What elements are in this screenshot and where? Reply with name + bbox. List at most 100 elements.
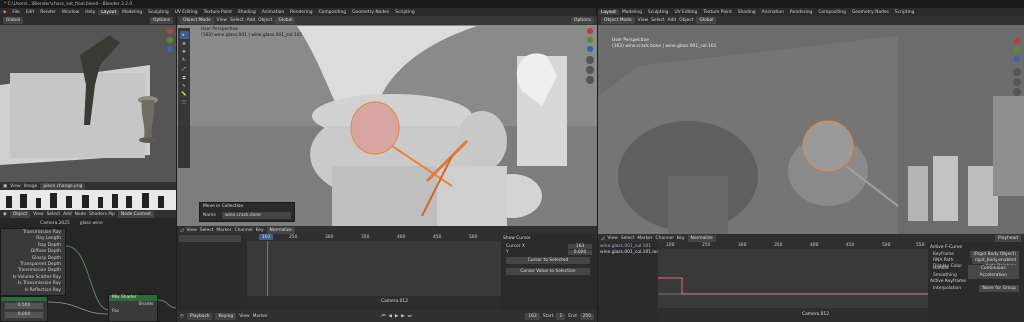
add-cube-tool-icon[interactable]: ▢ [182, 100, 186, 105]
viewport-main-gizmo[interactable] [585, 28, 595, 88]
tab-modeling[interactable]: Modeling [119, 10, 145, 15]
zoom-icon[interactable] [586, 56, 594, 64]
graph-right-channels[interactable]: wine.glass.001_col.101 wine.glass.001_co… [598, 242, 670, 322]
transform-dropdown-right[interactable]: Global [696, 17, 717, 24]
select-tool-icon[interactable]: ▸ [179, 31, 189, 39]
pan-icon[interactable] [1013, 78, 1021, 86]
show-cursor-title[interactable]: Show Cursor [503, 236, 595, 241]
blender-logo-icon[interactable]: ◆ [0, 10, 9, 15]
axis-x-icon[interactable] [587, 28, 593, 34]
options-button[interactable]: Options [150, 17, 173, 24]
transform-orientation-dropdown[interactable]: Global [3, 17, 24, 24]
transform-tool-icon[interactable]: ⧉ [182, 75, 185, 81]
axis-x-icon[interactable] [167, 28, 173, 34]
tab-compositing[interactable]: Compositing [316, 10, 350, 15]
image-menu-image[interactable]: Image [24, 184, 38, 189]
transform-orientation-dropdown[interactable]: Global [275, 17, 296, 24]
viewport-right[interactable]: Object Mode View Select Add Object Globa… [598, 16, 1024, 234]
image-menu-view[interactable]: View [10, 184, 20, 189]
playhead-dropdown[interactable]: Playhead [994, 234, 1021, 242]
vp-menu-object[interactable]: Object [258, 18, 272, 23]
tab-layout[interactable]: Layout [98, 9, 120, 15]
menu-file[interactable]: File [9, 10, 22, 15]
normalize-button-right[interactable]: Normalize [687, 234, 716, 242]
options-button[interactable]: Options [571, 17, 594, 24]
vp-menu-add[interactable]: Add [247, 18, 256, 23]
menu-edit[interactable]: Edit [23, 10, 38, 15]
camera-view-icon[interactable] [1013, 88, 1021, 96]
tab-texture-right[interactable]: Texture Paint [700, 10, 734, 15]
cursor-y-field[interactable]: Y 0.000 [503, 249, 595, 255]
tab-compositing-right[interactable]: Compositing [815, 10, 849, 15]
object-mode-dropdown-right[interactable]: Object Mode [601, 17, 635, 24]
object-mode-dropdown[interactable]: Object Mode [180, 17, 214, 24]
timeline-view-menu[interactable]: View [239, 314, 249, 319]
playback-menu[interactable]: Playback [186, 312, 213, 320]
vp-right-menu-select[interactable]: Select [651, 18, 665, 23]
menu-render[interactable]: Render [37, 10, 59, 15]
tab-shading-right[interactable]: Shading [735, 10, 759, 15]
camera-view-icon[interactable] [586, 76, 594, 84]
timeline-marker-menu[interactable]: Marker [253, 314, 268, 319]
camera-marker[interactable]: Camera.012 [381, 299, 408, 304]
normalize-button[interactable]: Normalize [266, 226, 295, 234]
next-key-icon[interactable]: ▶ [401, 314, 404, 319]
image-name-field[interactable]: piece change.png [40, 182, 86, 190]
vp-right-menu-add[interactable]: Add [668, 18, 677, 23]
vp-menu-select[interactable]: Select [230, 18, 244, 23]
node-menu-shaders[interactable]: Shaders Pip [89, 212, 115, 217]
graph-r-menu-select[interactable]: Select [621, 236, 635, 241]
viewport-right-gizmo[interactable] [1012, 38, 1022, 108]
tab-modeling-right[interactable]: Modeling [619, 10, 645, 15]
end-frame-field[interactable]: 250 [579, 312, 595, 320]
start-frame-field[interactable]: 1 [556, 312, 566, 320]
graph-menu-channel[interactable]: Channel [235, 228, 253, 233]
tab-geonodes-right[interactable]: Geometry Nodes [849, 10, 892, 15]
play-icon[interactable]: ▶ [395, 314, 398, 319]
node-menu-add[interactable]: Add [63, 212, 72, 217]
axis-z-icon[interactable] [1014, 56, 1020, 62]
camera-marker[interactable]: Camera.012 [802, 312, 829, 317]
image-editor-type-icon[interactable]: ▣ [3, 184, 7, 189]
pan-icon[interactable] [586, 66, 594, 74]
tab-animation[interactable]: Animation [259, 10, 287, 15]
prev-key-icon[interactable]: ◀ [388, 314, 391, 319]
axis-z-icon[interactable] [167, 46, 173, 52]
move-collection-panel[interactable]: Move in Collection Name wine.crack.done [199, 202, 295, 222]
graph-menu-view[interactable]: View [186, 228, 196, 233]
move-panel-name-field[interactable]: wine.crack.done [221, 212, 291, 219]
viewport-small[interactable]: Global Options [0, 16, 176, 182]
viewport-small-gizmo[interactable] [166, 28, 174, 88]
handle-smoothing-field[interactable]: Handle Smoothing Continuous Acceleration [930, 265, 1022, 279]
jump-end-icon[interactable]: ⏭ [408, 313, 412, 319]
tab-texture-paint[interactable]: Texture Paint [201, 10, 235, 15]
graph-menu-select[interactable]: Select [200, 228, 214, 233]
annotate-tool-icon[interactable]: ✎ [182, 84, 186, 89]
graph-r-menu-key[interactable]: Key [677, 236, 685, 241]
cursor-to-selected-button[interactable]: Cursor to Selected [506, 257, 590, 264]
tab-rendering-right[interactable]: Rendering [787, 10, 815, 15]
tab-uv-right[interactable]: UV Editing [671, 10, 700, 15]
viewport-main[interactable]: Object Mode View Select Add Object Globa… [177, 16, 597, 226]
cursor-value-button[interactable]: Cursor Value to Selection [506, 268, 590, 275]
node-editor-type-icon[interactable]: ◉ [3, 212, 7, 217]
tab-scripting[interactable]: Scripting [392, 10, 418, 15]
node-menu-node[interactable]: Node [75, 212, 86, 217]
axis-y-icon[interactable] [167, 37, 173, 43]
tab-geometry-nodes[interactable]: Geometry Nodes [349, 10, 392, 15]
axis-x-icon[interactable] [1014, 38, 1020, 44]
channel-search-input[interactable] [179, 235, 241, 242]
vp-right-menu-view[interactable]: View [638, 18, 648, 23]
interpolation-field[interactable]: Interpolation None for Group [930, 284, 1022, 292]
tab-sculpting[interactable]: Sculpting [145, 10, 172, 15]
graph-editor-type-icon[interactable]: ◿ [180, 228, 183, 233]
node-menu-view[interactable]: View [33, 212, 43, 217]
menu-help[interactable]: Help [82, 10, 98, 15]
tab-layout-right[interactable]: Layout [598, 9, 619, 15]
node-object-dropdown[interactable]: Object [9, 210, 31, 218]
channel-item[interactable]: wine.glass.001_col.101.location [600, 250, 670, 256]
axis-y-icon[interactable] [587, 37, 593, 43]
current-frame-field[interactable]: 163 [525, 312, 540, 320]
tab-sculpting-right[interactable]: Sculpting [645, 10, 672, 15]
graph-left-canvas[interactable]: 163 250 300 350 400 450 500 Camera.012 [247, 234, 501, 310]
